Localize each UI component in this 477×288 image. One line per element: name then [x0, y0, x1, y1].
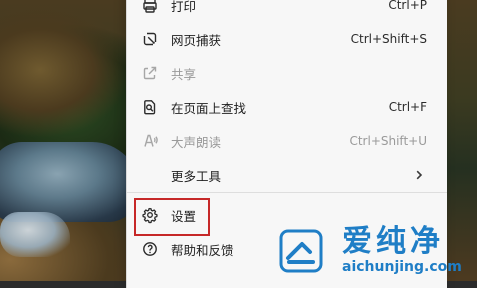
menu-item-find-on-page[interactable]: 在页面上查找 Ctrl+F	[127, 90, 447, 124]
more-tools-spacer	[141, 166, 159, 184]
menu-item-shortcut: Ctrl+F	[388, 100, 427, 114]
chevron-right-icon	[411, 167, 427, 183]
menu-item-label: 更多工具	[171, 168, 222, 184]
menu-item-shortcut: Ctrl+Shift+U	[349, 134, 427, 148]
menu-item-shortcut: Ctrl+P	[388, 0, 427, 12]
menu-item-share[interactable]: 共享	[127, 56, 447, 90]
read-aloud-icon	[141, 132, 159, 150]
find-on-page-icon	[141, 98, 159, 116]
watermark-url: aichunjing.com	[342, 259, 462, 275]
printer-icon	[141, 0, 159, 14]
lake-area	[0, 142, 140, 222]
menu-item-label: 在页面上查找	[171, 100, 247, 116]
share-icon	[141, 64, 159, 82]
menu-item-shortcut: Ctrl+Shift+S	[350, 32, 427, 46]
watermark-logo-icon	[279, 229, 323, 273]
menu-item-label: 共享	[171, 66, 197, 82]
menu-item-label: 网页捕获	[171, 32, 222, 48]
snow-patch	[0, 212, 70, 257]
menu-item-print[interactable]: 打印 Ctrl+P	[127, 0, 447, 22]
menu-item-read-aloud[interactable]: 大声朗读 Ctrl+Shift+U	[127, 124, 447, 158]
watermark-text: 爱纯净 aichunjing.com	[342, 224, 462, 276]
menu-item-web-capture[interactable]: 网页捕获 Ctrl+Shift+S	[127, 22, 447, 56]
web-capture-icon	[141, 30, 159, 48]
watermark: 爱纯净 aichunjing.com	[278, 225, 468, 277]
menu-item-label: 大声朗读	[171, 134, 222, 150]
watermark-brand: 爱纯净	[342, 224, 444, 259]
menu-item-label: 帮助和反馈	[171, 242, 234, 258]
menu-item-more-tools[interactable]: 更多工具	[127, 158, 447, 192]
menu-item-label: 打印	[171, 0, 197, 14]
menu-separator	[127, 192, 447, 193]
help-icon	[141, 240, 159, 258]
settings-highlight-box	[134, 198, 210, 236]
